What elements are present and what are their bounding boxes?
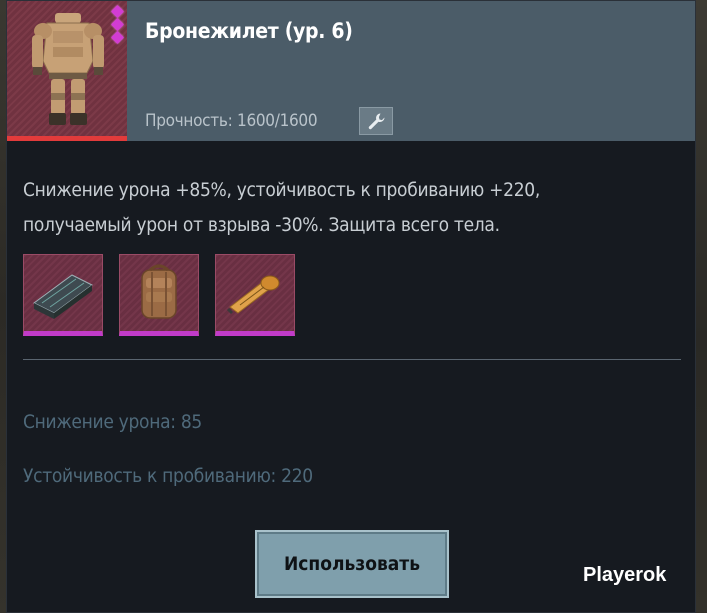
repair-button[interactable] — [359, 107, 393, 135]
use-button[interactable]: Использовать — [255, 530, 449, 598]
wrench-icon — [368, 113, 385, 130]
armor-suit-icon — [32, 13, 104, 125]
description-line-1: Снижение урона +85%, устойчивость к проб… — [23, 179, 540, 201]
material-slot[interactable] — [119, 254, 199, 336]
materials-row — [23, 254, 295, 336]
item-portrait — [7, 1, 127, 141]
watermark: Playerok — [583, 564, 667, 586]
item-title: Бронежилет (ур. 6) — [145, 19, 353, 43]
item-description: Снижение урона +85%, устойчивость к проб… — [23, 173, 683, 243]
stat-damage-reduction: Снижение урона: 85 — [23, 411, 202, 433]
metal-case-icon — [33, 274, 93, 319]
tape-measure-icon — [226, 275, 280, 315]
stat-penetration-resistance: Устойчивость к пробиванию: 220 — [23, 465, 313, 487]
material-slot[interactable] — [23, 254, 103, 336]
rarity-pip — [111, 31, 124, 44]
item-tooltip-panel: Бронежилет (ур. 6) Прочность: 1600/1600 … — [6, 0, 696, 613]
backpack-icon — [141, 264, 177, 319]
rarity-pip — [111, 5, 124, 18]
durability-label: Прочность: 1600/1600 — [145, 111, 318, 131]
item-header: Бронежилет (ур. 6) Прочность: 1600/1600 — [7, 1, 695, 141]
rarity-pip — [111, 18, 124, 31]
description-line-2: получаемый урон от взрыва -30%. Защита в… — [23, 214, 500, 236]
rarity-pips — [111, 5, 124, 46]
material-slot[interactable] — [215, 254, 295, 336]
section-divider — [23, 359, 681, 360]
